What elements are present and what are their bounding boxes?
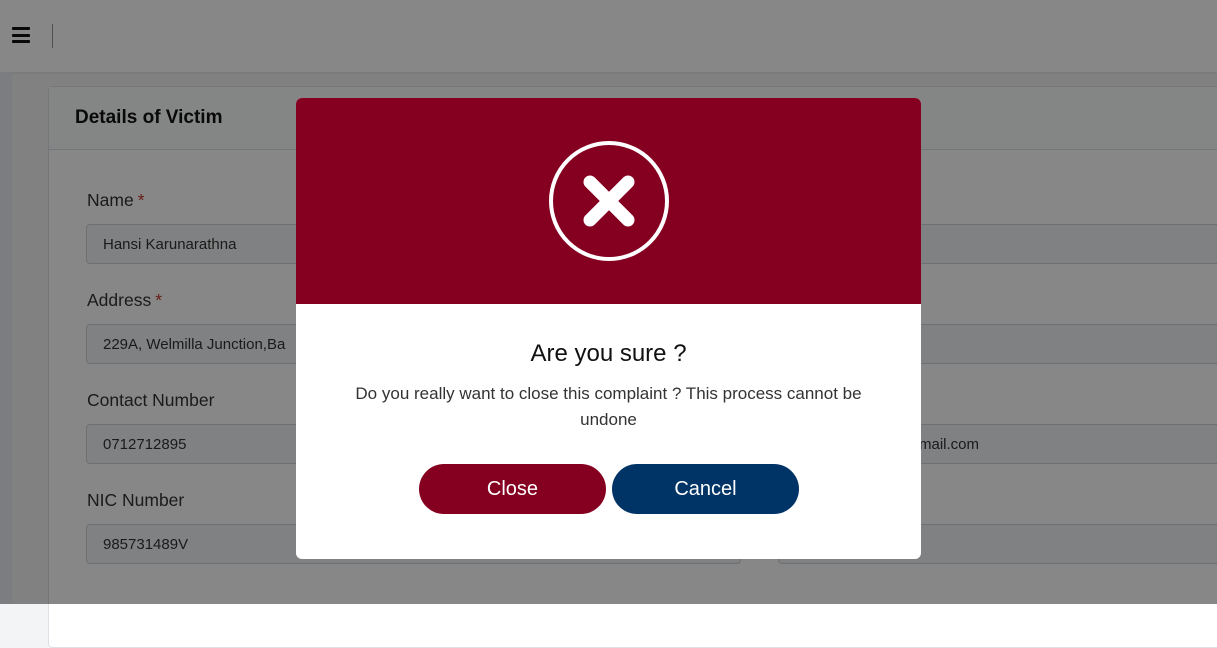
confirm-dialog: Are you sure ? Do you really want to clo… [296, 98, 921, 559]
close-button[interactable]: Close [419, 464, 606, 514]
dialog-message: Do you really want to close this complai… [355, 384, 862, 429]
cancel-button[interactable]: Cancel [612, 464, 799, 514]
dialog-title: Are you sure ? [530, 340, 687, 367]
close-x-icon [548, 141, 669, 261]
x-glyph [583, 175, 634, 227]
dialog-header [296, 98, 921, 304]
dialog-actions: Close Cancel [419, 464, 799, 514]
